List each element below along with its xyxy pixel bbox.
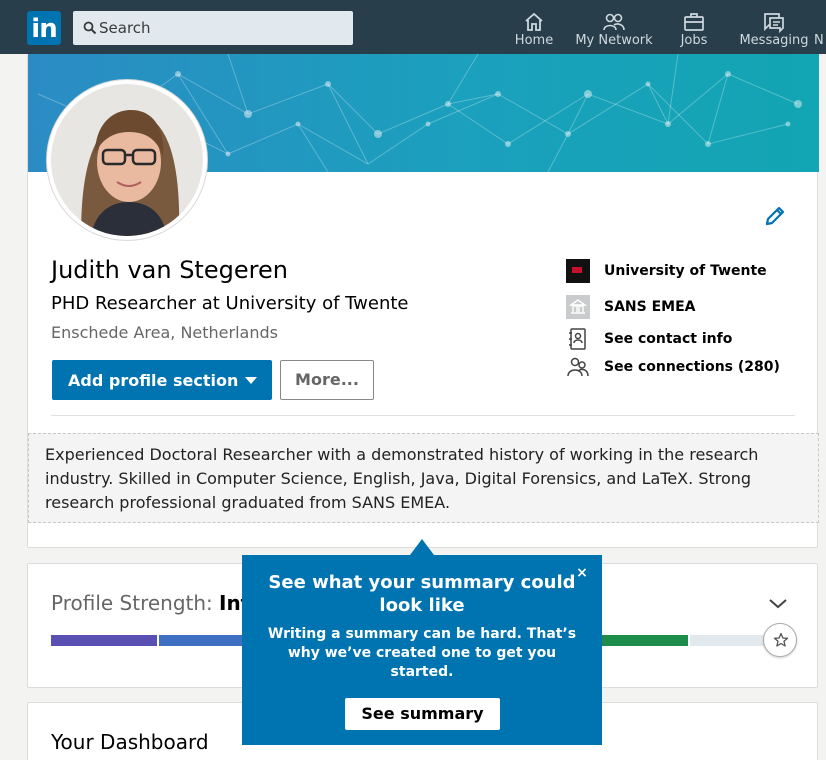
summary-suggestion-popover: See what your summary could look like × … — [242, 539, 602, 745]
close-icon[interactable]: × — [574, 565, 590, 581]
strength-meter-segment-3 — [602, 635, 688, 646]
add-profile-section-button[interactable]: Add profile section — [52, 360, 272, 400]
connections-label: See connections (280) — [604, 359, 780, 375]
briefcase-icon — [684, 13, 704, 31]
messaging-icon — [764, 13, 784, 33]
search-input[interactable] — [99, 11, 349, 45]
star-icon — [773, 632, 789, 647]
popover-title: See what your summary could look like — [268, 572, 576, 616]
nav-my-network-label: My Network — [575, 33, 653, 48]
university-logo-icon — [566, 259, 590, 283]
linkedin-logo[interactable]: in — [27, 11, 61, 45]
summary-section[interactable]: Experienced Doctoral Researcher with a d… — [28, 433, 819, 523]
profile-strength-label: Profile Strength: — [51, 591, 213, 615]
nav-home-label: Home — [514, 33, 554, 48]
popover-arrow — [410, 539, 434, 555]
summary-text: Experienced Doctoral Researcher with a d… — [45, 445, 759, 512]
avatar-photo — [51, 84, 203, 236]
home-icon — [525, 12, 543, 31]
address-book-icon — [569, 328, 586, 350]
profile-card: Judith van Stegeren PHD Researcher at Un… — [27, 54, 819, 548]
nav-messaging[interactable]: Messaging — [738, 0, 810, 54]
divider — [51, 415, 795, 416]
caret-down-icon — [245, 377, 257, 384]
connections-icon — [567, 357, 589, 377]
popover-body: Writing a summary can be hard. That’s wh… — [267, 626, 577, 680]
search-bar[interactable] — [73, 11, 353, 45]
see-summary-button[interactable]: See summary — [345, 698, 500, 730]
search-icon — [83, 21, 97, 35]
logo-text: in — [31, 14, 57, 44]
nav-home[interactable]: Home — [509, 0, 559, 54]
nav-my-network[interactable]: My Network — [574, 0, 654, 54]
top-navigation-bar: in Home My Network Jobs Messaging N — [0, 0, 826, 54]
strength-meter-segment-4 — [690, 635, 770, 646]
strength-meter-segment-2 — [159, 635, 249, 646]
profile-location: Enschede Area, Netherlands — [51, 323, 278, 342]
more-button[interactable]: More... — [280, 360, 374, 400]
profile-name: Judith van Stegeren — [51, 256, 288, 284]
network-icon — [603, 13, 625, 31]
nav-jobs-label: Jobs — [680, 33, 708, 48]
nav-notifications[interactable]: N — [814, 0, 826, 54]
contact-info-label: See contact info — [604, 331, 733, 347]
nav-jobs[interactable]: Jobs — [672, 0, 716, 54]
education-label: SANS EMEA — [604, 299, 696, 315]
chevron-down-icon[interactable] — [768, 596, 788, 610]
current-company-label: University of Twente — [604, 263, 767, 279]
school-logo-icon — [566, 295, 590, 319]
nav-notifications-label: N — [814, 33, 824, 48]
profile-headline: PHD Researcher at University of Twente — [51, 293, 409, 314]
edit-pencil-icon[interactable] — [763, 204, 787, 228]
nav-messaging-label: Messaging — [739, 33, 809, 48]
add-profile-section-label: Add profile section — [68, 371, 239, 390]
dashboard-title: Your Dashboard — [51, 730, 209, 754]
profile-avatar[interactable] — [47, 80, 207, 240]
strength-star-badge[interactable] — [763, 623, 797, 657]
strength-meter-segment-1 — [51, 635, 157, 646]
